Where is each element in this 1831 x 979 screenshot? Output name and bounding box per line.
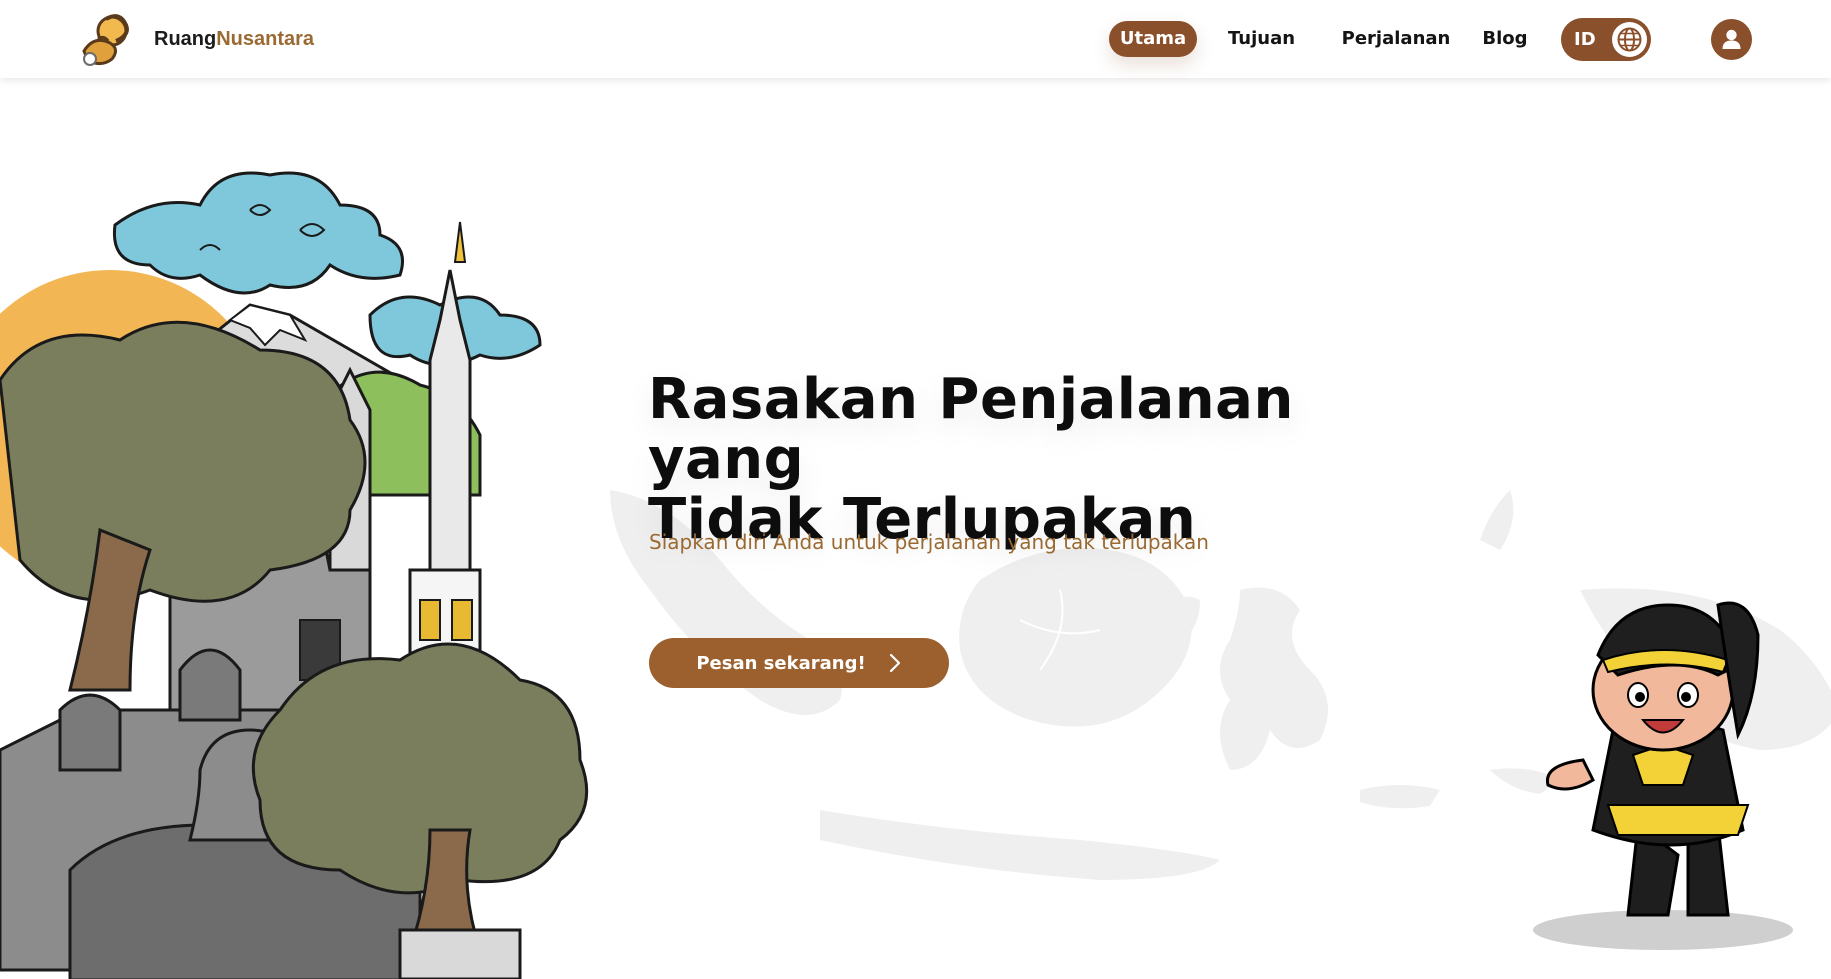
- language-code: ID: [1574, 29, 1596, 50]
- nav-item-perjalanan[interactable]: Perjalanan: [1336, 21, 1456, 57]
- hero-title-line1: Rasakan Penjalanan yang: [648, 367, 1294, 492]
- top-navbar: RuangNusantara Utama Tujuan Perjalanan B…: [0, 0, 1831, 78]
- book-now-button[interactable]: Pesan sekarang!: [649, 638, 949, 688]
- brand[interactable]: RuangNusantara: [76, 9, 314, 69]
- mascot-illustration: [1533, 601, 1793, 950]
- hero-title: Rasakan Penjalanan yang Tidak Terlupakan: [648, 370, 1448, 550]
- globe-icon: [1612, 22, 1647, 57]
- user-account-button[interactable]: [1711, 19, 1752, 60]
- brand-name: RuangNusantara: [154, 28, 314, 51]
- hero-subtitle: Siapkan diri Anda untuk perjalanan yang …: [649, 530, 1209, 554]
- nav-item-utama[interactable]: Utama: [1109, 21, 1197, 57]
- hero-illustration: [0, 171, 589, 979]
- brand-name-part2: Nusantara: [216, 27, 315, 50]
- book-now-label: Pesan sekarang!: [696, 652, 866, 674]
- nav-item-tujuan[interactable]: Tujuan: [1224, 21, 1299, 57]
- nav-item-blog[interactable]: Blog: [1478, 21, 1532, 57]
- user-icon: [1722, 29, 1741, 49]
- chevron-right-icon: [889, 653, 900, 673]
- brand-logo: [82, 14, 129, 66]
- language-toggle[interactable]: ID: [1561, 18, 1651, 61]
- brand-name-part1: Ruang: [154, 27, 217, 50]
